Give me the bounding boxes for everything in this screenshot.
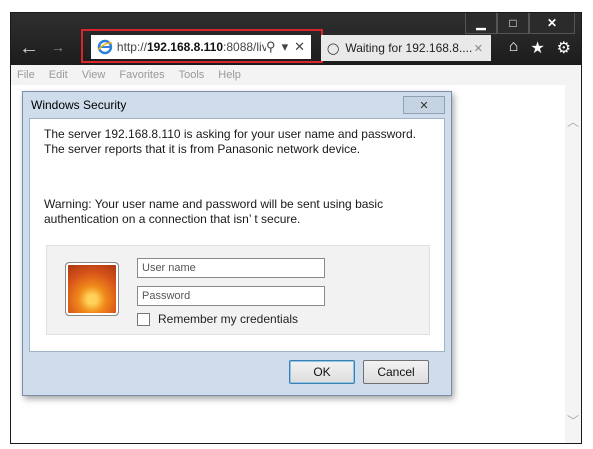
tab-title: Waiting for 192.168.8.... [345, 41, 473, 55]
menu-edit[interactable]: Edit [49, 69, 68, 81]
title-bar: ▁ □ ✕ ← → http://192.168.8.110:8088/liv … [11, 13, 581, 65]
menu-help[interactable]: Help [218, 69, 241, 81]
vertical-scrollbar[interactable]: ︿ ﹀ [565, 85, 581, 443]
window-controls: ▁ □ ✕ [465, 13, 575, 34]
remember-checkbox[interactable] [137, 312, 150, 326]
address-highlight-box [81, 29, 323, 63]
scroll-up-icon[interactable]: ︿ [567, 113, 579, 130]
back-arrow-icon[interactable]: ← [19, 37, 41, 59]
browser-toolbar: ⌂ ★ ⚙ [509, 38, 571, 58]
dialog-title: Windows Security [31, 98, 127, 112]
loading-spinner-icon: ◯ [327, 42, 340, 55]
remember-credentials[interactable]: Remember my credentials [137, 312, 298, 326]
server-message: The server 192.168.8.110 is asking for y… [44, 127, 416, 156]
menu-tools[interactable]: Tools [179, 69, 205, 81]
menu-view[interactable]: View [82, 69, 106, 81]
favorites-star-icon[interactable]: ★ [530, 38, 544, 58]
maximize-button[interactable]: □ [497, 13, 529, 34]
credentials-panel: User name Password Remember my credentia… [46, 245, 430, 335]
dialog-close-button[interactable]: ✕ [403, 96, 445, 114]
remember-label: Remember my credentials [158, 312, 299, 326]
cancel-button[interactable]: Cancel [363, 360, 429, 384]
tab-close-icon[interactable]: ✕ [474, 42, 483, 55]
security-warning: Warning: Your user name and password wil… [44, 197, 384, 226]
windows-security-dialog: Windows Security ✕ The server 192.168.8.… [22, 91, 452, 396]
minimize-button[interactable]: ▁ [465, 13, 497, 34]
password-field[interactable]: Password [137, 286, 325, 306]
menu-bar: File Edit View Favorites Tools Help [11, 65, 581, 85]
ok-button[interactable]: OK [289, 360, 355, 384]
menu-favorites[interactable]: Favorites [119, 69, 164, 81]
settings-gear-icon[interactable]: ⚙ [557, 38, 571, 58]
user-avatar-icon [65, 262, 119, 316]
dialog-body: The server 192.168.8.110 is asking for y… [29, 118, 445, 352]
close-window-button[interactable]: ✕ [529, 13, 575, 34]
forward-arrow-icon[interactable]: → [51, 39, 65, 55]
username-field[interactable]: User name [137, 258, 325, 278]
home-icon[interactable]: ⌂ [509, 38, 519, 58]
scroll-down-icon[interactable]: ﹀ [567, 412, 579, 429]
menu-file[interactable]: File [17, 69, 35, 81]
browser-tab[interactable]: ◯ Waiting for 192.168.8.... ✕ [321, 35, 491, 61]
